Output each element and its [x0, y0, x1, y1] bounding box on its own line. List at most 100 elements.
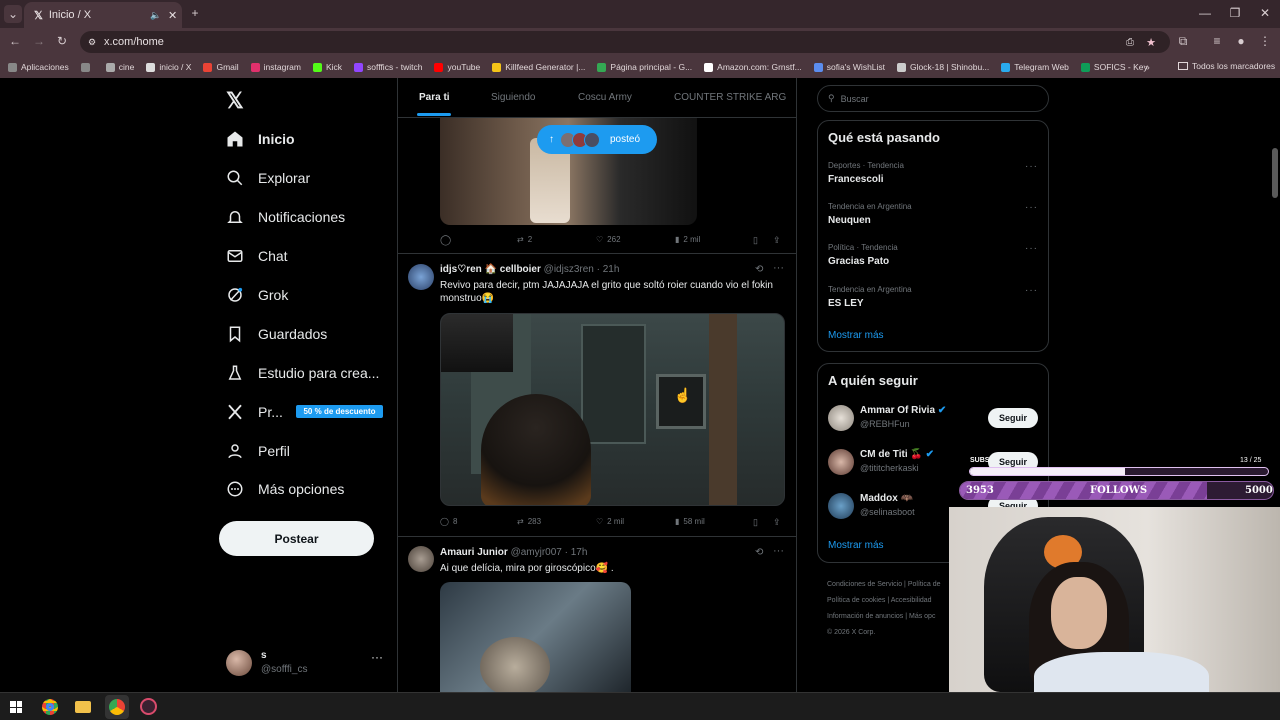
like-button[interactable]: ♡ 2 mil [596, 517, 624, 526]
bookmark-item[interactable]: Glock-18 | Shinobu... [897, 62, 989, 72]
profile-icon[interactable]: ● [1234, 34, 1248, 48]
avatar[interactable] [828, 449, 854, 475]
bookmark-item[interactable] [80, 62, 94, 72]
tweet-time[interactable]: · 17h [565, 547, 588, 558]
bookmark-item[interactable]: Página principal - G... [597, 62, 692, 72]
more-icon[interactable]: ··· [371, 650, 383, 664]
bookmark-item[interactable]: Amazon.com: Grnstf... [704, 62, 802, 72]
x-logo-icon[interactable]: 𝕏 [226, 88, 244, 114]
footer-link[interactable]: Más opc [909, 613, 935, 620]
bookmark-item[interactable]: Killfeed Generator |... [492, 62, 585, 72]
nav-item-mas-opciones[interactable]: Más opciones [226, 480, 344, 498]
new-tab-icon[interactable]: + [188, 6, 202, 20]
post-button[interactable]: Postear [219, 521, 374, 556]
bookmark-item[interactable]: Telegram Web [1001, 62, 1069, 72]
footer-link[interactable]: Política de cookies [827, 597, 885, 604]
nav-item-estudio[interactable]: Estudio para crea... [226, 364, 379, 382]
account-switcher[interactable]: s @sofffi_cs ··· [226, 648, 386, 678]
trend-more-icon[interactable]: ··· [1025, 285, 1038, 296]
retweet-button[interactable]: ⇄ 2 [517, 235, 532, 244]
omnibox[interactable]: ⚙ x.com/home ⎙ ★ [80, 31, 1170, 53]
tab-close-icon[interactable]: ✕ [168, 9, 177, 22]
tab-mute-icon[interactable]: 🔈 [150, 10, 161, 21]
bookmark-item[interactable]: sofffics - twitch [354, 62, 422, 72]
bookmark-item[interactable]: instagram [250, 62, 301, 72]
forward-icon[interactable]: → [32, 34, 46, 48]
bookmark-item[interactable]: SOFICS - Key [1080, 62, 1148, 72]
tab-counter-strike[interactable]: COUNTER STRIKE ARG [674, 92, 786, 103]
views-button[interactable]: ▮ 58 mil [675, 517, 705, 526]
avatar[interactable] [828, 493, 854, 519]
nav-item-grok[interactable]: Grok [226, 286, 288, 304]
author-handle[interactable]: @amyjr007 [511, 547, 562, 558]
bookmark-button[interactable]: ▯ [753, 517, 758, 528]
follow-name[interactable]: Ammar Of Rivia ✔ [860, 405, 946, 416]
file-explorer-icon[interactable] [75, 701, 91, 713]
bookmark-item[interactable]: inicio / X [146, 62, 191, 72]
follow-button[interactable]: Seguir [988, 408, 1038, 428]
chrome-active-icon[interactable] [105, 695, 129, 719]
share-button[interactable]: ⇪ [773, 517, 781, 528]
author-name[interactable]: Amauri Junior [440, 547, 508, 558]
nav-item-inicio[interactable]: Inicio [226, 130, 295, 148]
trend-more-icon[interactable]: ··· [1025, 202, 1038, 213]
tweet-avatar[interactable] [408, 264, 434, 290]
footer-link[interactable]: Accesibilidad [891, 597, 932, 604]
search-box[interactable]: ⚲ Buscar [817, 85, 1049, 112]
bookmark-button[interactable]: ▯ [753, 235, 758, 246]
footer-link[interactable]: Política de [908, 581, 941, 588]
app-icon[interactable] [140, 698, 157, 715]
trends-show-more[interactable]: Mostrar más [828, 330, 884, 341]
chrome-icon[interactable] [42, 699, 58, 715]
follow-name[interactable]: CM de Titi 🍒 ✔ [860, 449, 934, 460]
media-icon[interactable]: ≡ [1210, 34, 1224, 48]
windows-start-icon[interactable] [10, 701, 22, 713]
tweet-time[interactable]: · 21h [597, 264, 620, 275]
reload-icon[interactable]: ↻ [55, 34, 69, 48]
nav-item-explorar[interactable]: Explorar [226, 169, 310, 187]
trend-item[interactable]: Deportes · Tendencia Francescoli [828, 161, 904, 185]
share-button[interactable]: ⇪ [773, 235, 781, 246]
install-icon[interactable]: ⎙ [1126, 37, 1134, 48]
trend-item[interactable]: Tendencia en Argentina ES LEY [828, 285, 912, 309]
like-button[interactable]: ♡ 262 [596, 235, 621, 244]
trend-more-icon[interactable]: ··· [1025, 243, 1038, 254]
bookmark-item[interactable]: Aplicaciones [8, 62, 69, 72]
author-handle[interactable]: @idjsz3ren [544, 264, 594, 275]
grok-tweet-icon[interactable]: ⟲ [755, 264, 763, 275]
bookmark-item[interactable]: Gmail [203, 62, 239, 72]
nav-item-perfil[interactable]: Perfil [226, 442, 290, 460]
views-button[interactable]: ▮ 2 mil [675, 235, 700, 244]
menu-icon[interactable]: ⋮ [1258, 34, 1272, 48]
retweet-button[interactable]: ⇄ 283 [517, 517, 541, 526]
tweet-media[interactable] [440, 582, 631, 692]
trend-item[interactable]: Política · Tendencia Gracias Pato [828, 243, 898, 267]
bookmark-item[interactable]: youTube [434, 62, 480, 72]
tab-search-icon[interactable]: ⌄ [4, 5, 22, 23]
reply-button[interactable]: ◯ [440, 235, 451, 246]
extensions-icon[interactable]: ⧉ [1176, 34, 1190, 48]
bookmark-item[interactable]: Kick [312, 62, 342, 72]
site-info-icon[interactable]: ⚙ [88, 37, 96, 48]
restore-icon[interactable]: ❐ [1228, 6, 1242, 20]
tweet-avatar[interactable] [408, 546, 434, 572]
tab-para-ti[interactable]: Para ti [419, 92, 450, 103]
trend-item[interactable]: Tendencia en Argentina Neuquen [828, 202, 912, 226]
grok-tweet-icon[interactable]: ⟲ [755, 547, 763, 558]
tab-coscu-army[interactable]: Coscu Army [578, 92, 632, 103]
tweet-more-icon[interactable]: ··· [773, 545, 784, 557]
avatar[interactable] [828, 405, 854, 431]
nav-item-notificaciones[interactable]: Notificaciones [226, 208, 345, 226]
bookmark-item[interactable]: cine [105, 62, 134, 72]
close-window-icon[interactable]: ✕ [1258, 6, 1272, 20]
new-posts-pill[interactable]: ↑ posteó [537, 125, 657, 154]
minimize-icon[interactable]: — [1198, 6, 1212, 20]
tweet-more-icon[interactable]: ··· [773, 262, 784, 274]
trend-more-icon[interactable]: ··· [1025, 161, 1038, 172]
reply-button[interactable]: ◯ 8 [440, 517, 457, 526]
nav-item-guardados[interactable]: Guardados [226, 325, 327, 343]
footer-link[interactable]: Información de anuncios [827, 613, 903, 620]
bookmarks-overflow-icon[interactable]: » [1145, 62, 1150, 72]
author-name[interactable]: idjs♡ren 🏠 cellboier [440, 264, 541, 275]
page-scrollbar[interactable] [1272, 148, 1278, 198]
